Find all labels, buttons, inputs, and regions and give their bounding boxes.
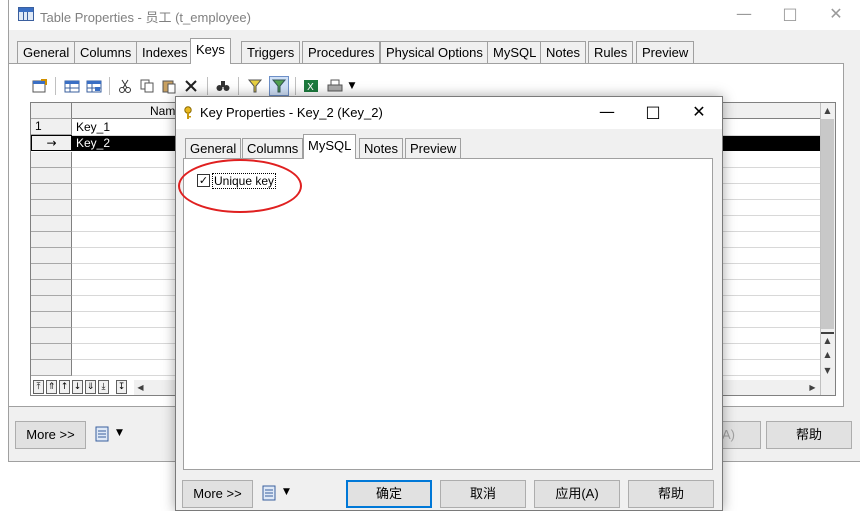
tab-triggers[interactable]: Triggers bbox=[241, 41, 301, 63]
scroll-down-arrow-icon[interactable]: ▼ bbox=[821, 364, 834, 378]
toolbar-separator bbox=[109, 77, 110, 95]
highlight-annotation-circle bbox=[178, 159, 302, 213]
empty-row-header[interactable] bbox=[31, 216, 72, 232]
inner-title-bar: Key Properties - Key_2 (Key_2) — □ ✕ bbox=[176, 97, 722, 129]
empty-row-header[interactable] bbox=[31, 184, 72, 200]
tab-columns[interactable]: Columns bbox=[242, 138, 304, 159]
more-button[interactable]: More >> bbox=[182, 480, 253, 508]
excel-icon[interactable]: X bbox=[301, 76, 321, 96]
outer-title-bar: Table Properties - 员工 (t_employee) — □ ✕ bbox=[9, 0, 860, 30]
cancel-button[interactable]: 取消 bbox=[440, 480, 526, 508]
empty-row-header[interactable] bbox=[31, 248, 72, 264]
tab-keys[interactable]: Keys bbox=[190, 38, 231, 64]
close-icon[interactable]: ✕ bbox=[813, 0, 859, 30]
key-name-cell[interactable]: Key_1 bbox=[76, 119, 110, 135]
printer-options-icon[interactable] bbox=[94, 426, 110, 442]
toolbar-separator bbox=[295, 77, 296, 95]
key-icon bbox=[182, 106, 194, 120]
apply-button[interactable]: 应用(A) bbox=[534, 480, 620, 508]
tab-physical-options[interactable]: Physical Options bbox=[380, 41, 489, 63]
scroll-left-arrow-icon[interactable]: ◀ bbox=[134, 381, 147, 395]
empty-row-header[interactable] bbox=[31, 264, 72, 280]
toolbar-separator bbox=[238, 77, 239, 95]
grid-corner[interactable] bbox=[31, 103, 72, 119]
move-down-icon[interactable]: ↓ bbox=[72, 380, 83, 394]
move-up-icon[interactable]: ↑ bbox=[59, 380, 70, 394]
maximize-icon[interactable]: □ bbox=[630, 97, 676, 129]
empty-row-header[interactable] bbox=[31, 344, 72, 360]
minimize-icon[interactable]: — bbox=[584, 97, 630, 129]
dialog-title: Key Properties - Key_2 (Key_2) bbox=[200, 105, 383, 120]
tab-preview[interactable]: Preview bbox=[405, 138, 462, 159]
help-button[interactable]: 帮助 bbox=[628, 480, 714, 508]
filter-toggle-icon[interactable] bbox=[269, 76, 289, 96]
tab-general[interactable]: General bbox=[185, 138, 242, 159]
maximize-icon[interactable]: □ bbox=[767, 0, 813, 30]
scroll-up-arrow-icon[interactable]: ▲ bbox=[821, 104, 834, 118]
tab-notes[interactable]: Notes bbox=[359, 138, 403, 159]
empty-row-header[interactable] bbox=[31, 328, 72, 344]
tab-general[interactable]: General bbox=[17, 41, 76, 63]
svg-text:X: X bbox=[307, 82, 314, 93]
empty-row-header[interactable] bbox=[31, 232, 72, 248]
paste-icon[interactable] bbox=[159, 76, 179, 96]
printer-options-icon[interactable] bbox=[261, 485, 277, 501]
help-button[interactable]: 帮助 bbox=[766, 421, 852, 449]
empty-row-header[interactable] bbox=[31, 200, 72, 216]
close-icon[interactable]: ✕ bbox=[676, 97, 722, 129]
cut-icon[interactable] bbox=[115, 76, 135, 96]
toolbar-separator bbox=[207, 77, 208, 95]
printer-options-dropdown-icon[interactable]: ▼ bbox=[116, 428, 123, 438]
tab-mysql[interactable]: MySQL bbox=[487, 41, 543, 63]
empty-row-header[interactable] bbox=[31, 152, 72, 168]
row-header-1[interactable]: 1 bbox=[31, 119, 72, 135]
tab-notes[interactable]: Notes bbox=[540, 41, 586, 63]
tab-mysql[interactable]: MySQL bbox=[303, 134, 357, 159]
insert-row-icon[interactable] bbox=[62, 76, 82, 96]
printer-options-dropdown-icon[interactable]: ▼ bbox=[283, 487, 290, 497]
print-dropdown-arrow-icon[interactable]: ▼ bbox=[345, 76, 359, 96]
empty-row-header[interactable] bbox=[31, 360, 72, 376]
move-top-icon[interactable]: ⤒ bbox=[33, 380, 44, 394]
copy-icon[interactable] bbox=[137, 76, 157, 96]
delete-row-icon[interactable]: ↧ bbox=[116, 380, 127, 394]
move-page-up-icon[interactable]: ⇑ bbox=[46, 380, 57, 394]
tab-indexes[interactable]: Indexes bbox=[136, 41, 194, 63]
empty-row-header[interactable] bbox=[31, 312, 72, 328]
key-name-cell[interactable]: Key_2 bbox=[76, 135, 110, 151]
table-icon bbox=[18, 7, 34, 21]
outer-window-title: Table Properties - 员工 (t_employee) bbox=[40, 10, 251, 25]
print-icon[interactable] bbox=[325, 76, 345, 96]
more-button[interactable]: More >> bbox=[15, 421, 86, 449]
find-icon[interactable] bbox=[213, 76, 233, 96]
tab-rules[interactable]: Rules bbox=[588, 41, 634, 63]
tab-columns[interactable]: Columns bbox=[74, 41, 138, 63]
key-properties-dialog: Key Properties - Key_2 (Key_2) — □ ✕ Gen… bbox=[175, 96, 723, 511]
filter-icon[interactable] bbox=[245, 76, 265, 96]
empty-row-header[interactable] bbox=[31, 168, 72, 184]
minimize-icon[interactable]: — bbox=[721, 0, 767, 30]
scrollbar-thumb[interactable] bbox=[821, 119, 834, 329]
scroll-right-arrow-icon[interactable]: ▶ bbox=[806, 381, 819, 395]
empty-row-header[interactable] bbox=[31, 280, 72, 296]
properties-icon[interactable] bbox=[30, 76, 50, 96]
tab-procedures[interactable]: Procedures bbox=[302, 41, 381, 63]
tab-preview[interactable]: Preview bbox=[636, 41, 695, 63]
delete-icon[interactable] bbox=[181, 76, 201, 96]
current-row-arrow-icon[interactable]: → bbox=[31, 135, 72, 151]
move-bottom-icon[interactable]: ⤓ bbox=[98, 380, 109, 394]
scroll-up-page-icon[interactable]: ▲ bbox=[821, 348, 834, 362]
empty-row-header[interactable] bbox=[31, 296, 72, 312]
ok-button[interactable]: 确定 bbox=[346, 480, 432, 508]
toolbar-separator bbox=[55, 77, 56, 95]
add-row-icon[interactable] bbox=[84, 76, 104, 96]
scroll-top-icon[interactable]: ▲ bbox=[821, 332, 834, 346]
move-page-down-icon[interactable]: ⇓ bbox=[85, 380, 96, 394]
